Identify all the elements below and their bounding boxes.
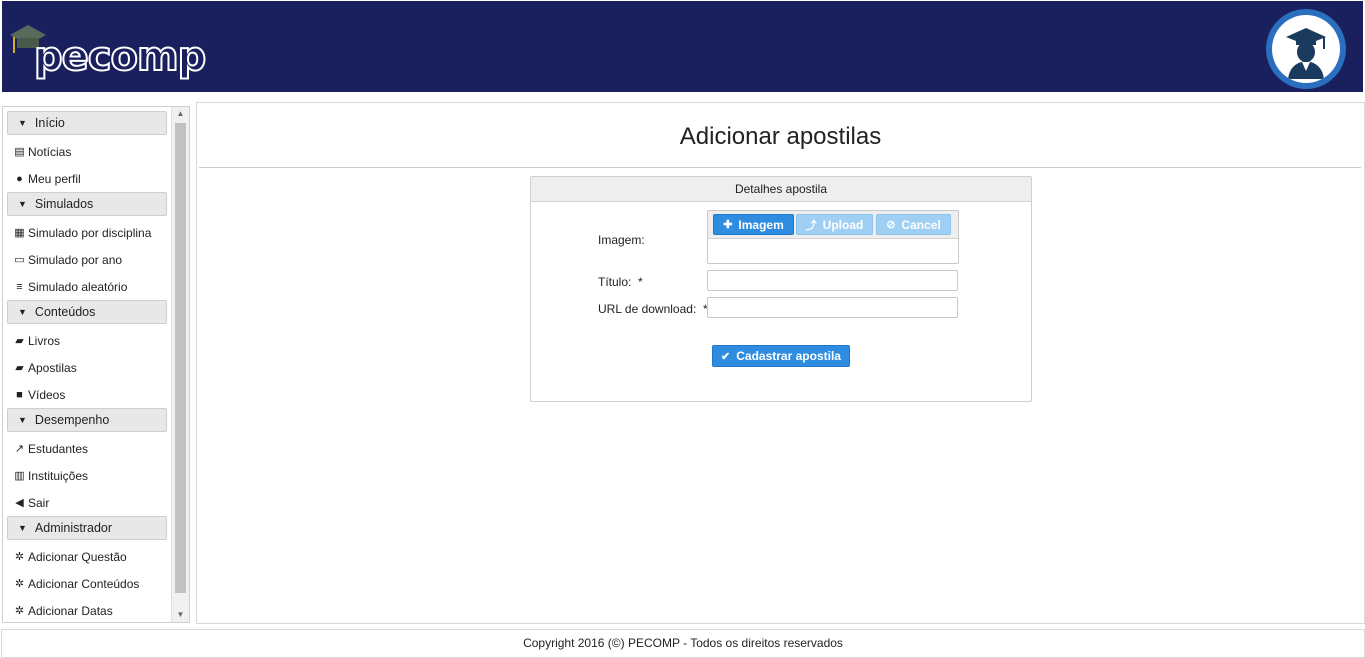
- sidebar-item-label: Simulado por disciplina: [28, 225, 152, 240]
- caret-down-icon: ▼: [18, 118, 27, 128]
- sidebar-item-label: Adicionar Datas: [28, 603, 113, 618]
- sidebar-item[interactable]: ▦ Simulado por disciplina: [7, 219, 167, 246]
- caret-down-icon: ▼: [18, 415, 27, 425]
- cancel-button[interactable]: ⊘ Cancel: [876, 214, 951, 235]
- sidebar-item-label: Adicionar Conteúdos: [28, 576, 140, 591]
- sidebar-section-header[interactable]: ▼ Simulados: [7, 192, 167, 216]
- sidebar-item[interactable]: ▰ Livros: [7, 327, 167, 354]
- upload-arrow-icon: ⤴: [805, 219, 817, 232]
- image-label: Imagem:: [598, 233, 645, 247]
- title-label-text: Título:: [598, 275, 632, 289]
- sidebar-section-header[interactable]: ▼ Administrador: [7, 516, 167, 540]
- plus-icon: ✚: [723, 219, 733, 231]
- sidebar-menu: ▼ Início ▤ Notícias ● Meu perfil ▼ Simulados ▦ Si…: [7, 111, 167, 624]
- scroll-up-arrow-icon[interactable]: ▲: [172, 107, 189, 121]
- url-label: URL de download: *: [598, 302, 708, 316]
- newspaper-icon: ▤: [14, 146, 25, 158]
- user-avatar[interactable]: [1266, 9, 1346, 89]
- add-image-label: Imagem: [738, 217, 784, 232]
- sidebar-section-title: Conteúdos: [34, 305, 96, 319]
- sidebar-section-header[interactable]: ▼ Desempenho: [7, 408, 167, 432]
- gear-icon: ✲: [14, 551, 25, 563]
- sidebar-item[interactable]: ✲ Adicionar Questão: [7, 543, 167, 570]
- scroll-down-arrow-icon[interactable]: ▼: [172, 608, 189, 622]
- upload-toolbar: ✚ Imagem ⤴ Upload ⊘ Cancel: [708, 211, 958, 239]
- sidebar-item[interactable]: ≡ Simulado aleatório: [7, 273, 167, 300]
- sidebar-item[interactable]: ◀ Sair: [7, 489, 167, 516]
- sidebar-item[interactable]: ▤ Notícias: [7, 138, 167, 165]
- sidebar-item-label: Sair: [28, 495, 50, 510]
- sidebar-item-label: Estudantes: [28, 441, 89, 456]
- gear-icon: ✲: [14, 578, 25, 590]
- caret-down-icon: ▼: [18, 307, 27, 317]
- sidebar-item-label: Simulado aleatório: [28, 279, 128, 294]
- sidebar-section-header[interactable]: ▼ Início: [7, 111, 167, 135]
- required-mark: *: [638, 275, 643, 289]
- pecomp-logo[interactable]: pecomp: [8, 21, 207, 81]
- graduate-avatar-icon: [1272, 15, 1340, 83]
- title-divider: [199, 167, 1361, 168]
- logo-text: pecomp: [33, 34, 207, 80]
- scroll-thumb[interactable]: [175, 123, 186, 593]
- gear-icon: ✲: [14, 605, 25, 617]
- sidebar-item[interactable]: ↗ Estudantes: [7, 435, 167, 462]
- sidebar-scrollbar[interactable]: ▲ ▼: [171, 107, 189, 622]
- caret-down-icon: ▼: [18, 199, 27, 209]
- upload-button[interactable]: ⤴ Upload: [796, 214, 873, 235]
- upload-label: Upload: [822, 217, 864, 232]
- sidebar-item-label: Meu perfil: [28, 171, 81, 186]
- sidebar-section-title: Administrador: [34, 521, 113, 535]
- sidebar-item[interactable]: ▥ Instituições: [7, 462, 167, 489]
- check-icon: ✔: [721, 350, 731, 363]
- sidebar-item[interactable]: ✲ Adicionar Datas: [7, 597, 167, 624]
- details-panel: Detalhes apostila Imagem: ✚ Imagem ⤴ Upl…: [530, 176, 1032, 402]
- sidebar-section-header[interactable]: ▼ Conteúdos: [7, 300, 167, 324]
- table-icon: ▦: [14, 227, 25, 239]
- footer: Copyright 2016 (©) PECOMP - Todos os dir…: [1, 629, 1365, 658]
- sidebar-section-title: Desempenho: [34, 413, 110, 427]
- sidebar-item-label: Instituições: [28, 468, 89, 483]
- book-icon: ▰: [15, 335, 24, 347]
- sidebar-item[interactable]: ■ Vídeos: [7, 381, 167, 408]
- sidebar-item[interactable]: ✲ Adicionar Conteúdos: [7, 570, 167, 597]
- title-label: Título: *: [598, 275, 643, 289]
- url-label-text: URL de download:: [598, 302, 697, 316]
- sidebar-item[interactable]: ● Meu perfil: [7, 165, 167, 192]
- image-upload-widget: ✚ Imagem ⤴ Upload ⊘ Cancel: [707, 210, 959, 264]
- sidebar-section-title: Início: [34, 116, 65, 130]
- submit-button[interactable]: ✔ Cadastrar apostila: [712, 345, 850, 367]
- sidebar-item[interactable]: ▰ Apostilas: [7, 354, 167, 381]
- bar-chart-icon: ▥: [14, 470, 25, 482]
- cancel-circle-icon: ⊘: [886, 219, 896, 231]
- main-content: Adicionar apostilas Detalhes apostila Im…: [196, 102, 1365, 624]
- page-title: Adicionar apostilas: [679, 123, 882, 150]
- sidebar-item-label: Simulado por ano: [28, 252, 123, 267]
- sidebar-section-title: Simulados: [34, 197, 94, 211]
- sidebar: ▼ Início ▤ Notícias ● Meu perfil ▼ Simulados ▦ Si…: [2, 106, 190, 623]
- sidebar-item-label: Adicionar Questão: [28, 549, 127, 564]
- video-icon: ■: [16, 388, 23, 401]
- calendar-icon: ▭: [14, 254, 25, 266]
- back-circle-icon: ◀: [15, 497, 24, 509]
- app-header: pecomp: [2, 1, 1363, 92]
- sidebar-item-label: Notícias: [28, 144, 72, 159]
- sidebar-item[interactable]: ▭ Simulado por ano: [7, 246, 167, 273]
- list-icon: ≡: [16, 280, 23, 293]
- line-chart-icon: ↗: [14, 443, 25, 455]
- submit-label: Cadastrar apostila: [736, 349, 841, 363]
- sidebar-item-label: Livros: [28, 333, 61, 348]
- book-icon: ▰: [15, 362, 24, 374]
- caret-down-icon: ▼: [18, 523, 27, 533]
- user-icon: ●: [16, 172, 23, 185]
- sidebar-item-label: Vídeos: [28, 387, 66, 402]
- title-input[interactable]: [707, 270, 958, 291]
- sidebar-item-label: Apostilas: [28, 360, 77, 375]
- add-image-button[interactable]: ✚ Imagem: [713, 214, 794, 235]
- cancel-label: Cancel: [901, 217, 941, 232]
- panel-title: Detalhes apostila: [531, 177, 1031, 202]
- url-input[interactable]: [707, 297, 958, 318]
